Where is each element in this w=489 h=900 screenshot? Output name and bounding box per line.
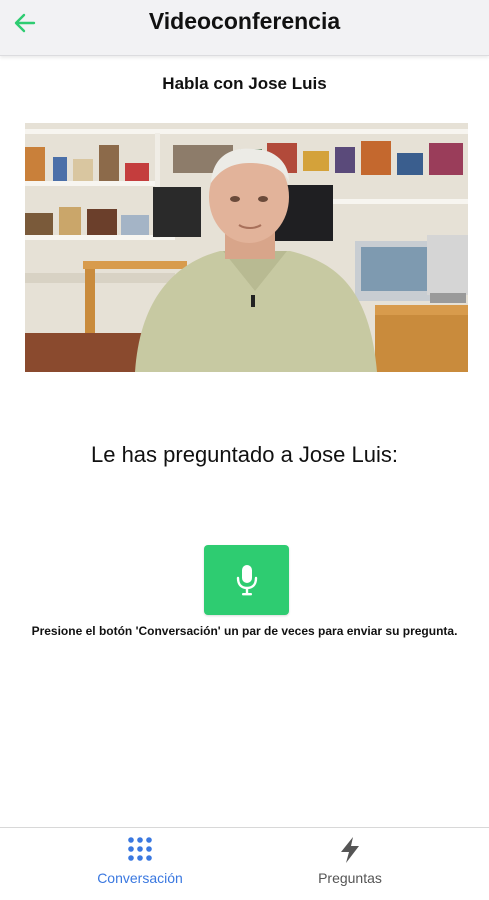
app-header: Videoconferencia <box>0 0 489 56</box>
app-screen: Videoconferencia Habla con Jose Luis Le … <box>0 0 489 900</box>
page-title: Videoconferencia <box>148 8 341 34</box>
microphone-button[interactable] <box>204 545 289 615</box>
question-label: Le has preguntado a Jose Luis: <box>90 442 398 467</box>
tab-conversacion[interactable]: Conversación <box>18 828 262 900</box>
microphone-icon <box>236 565 257 596</box>
conversation-subtitle: Habla con Jose Luis <box>162 74 327 93</box>
lightning-icon <box>341 837 359 863</box>
video-frame-image <box>25 123 468 372</box>
tab-preguntas[interactable]: Preguntas <box>228 828 472 900</box>
grid-dots-icon <box>128 837 152 861</box>
bottom-nav: Conversación Preguntas <box>0 827 489 900</box>
tab-preguntas-label: Preguntas <box>318 870 382 886</box>
instructions-text: Presione el botón 'Conversación' un par … <box>31 624 458 638</box>
tab-conversacion-label: Conversación <box>97 870 183 886</box>
video-player[interactable] <box>25 123 468 372</box>
